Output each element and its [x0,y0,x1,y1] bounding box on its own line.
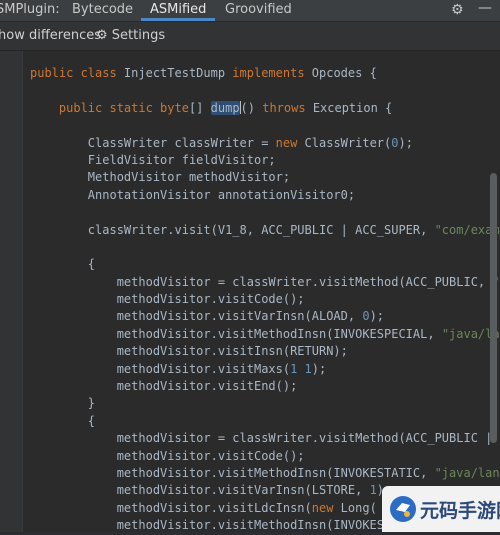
code-line: methodVisitor.visitMaxs(1 1); [30,361,500,378]
code-token: 0 [362,309,370,324]
code-line: public class InjectTestDump implements O… [30,65,500,82]
code-line: { [30,256,500,273]
code-token: ); [369,309,392,324]
vertical-scrollbar[interactable] [490,173,497,443]
code-token: methodVisitor.visitVarInsn(ALOAD, [30,309,363,324]
code-token: InjectTestDump [123,66,233,80]
code-token: [] [188,100,211,115]
code-token: ClassWriter( [304,135,392,150]
tool-window-tab-bar: SMPlugin: Bytecode ASMified Groovified ⚙… [0,0,500,22]
code-token: methodVisitor.visitInsn(RETURN); [30,344,348,359]
gear-icon[interactable]: ⚙ [451,2,464,18]
code-token: methodVisitor.visitMethodInsn(INVOKESTAT… [30,465,435,480]
code-token: methodVisitor = classWriter.visitMethod(… [30,274,493,289]
settings-label: Settings [111,28,166,43]
code-token: methodVisitor.visitCode(); [30,292,305,307]
code-line: FieldVisitor fieldVisitor; [30,152,500,169]
tab-bytecode[interactable]: Bytecode [72,0,133,21]
code-token: methodVisitor.visitLdcInsn( [30,500,312,515]
highlighted-identifier: dump [210,100,240,115]
code-token: methodVisitor.visitEnd(); [30,379,298,394]
tab-asmified[interactable]: ASMified [140,0,216,21]
code-token: ClassWriter classWriter = [30,135,276,150]
code-token: methodVisitor.visitMethodInsn(INVOKESTAT… [30,518,435,533]
code-token: 1 [297,361,312,376]
code-line: methodVisitor = classWriter.visitMethod(… [30,274,500,291]
code-token: implements [232,66,312,80]
code-token: Opcodes { [311,66,377,80]
code-token: } [30,396,96,411]
code-token: ); [311,361,334,376]
watermark-text: 元码手游网 [420,500,500,522]
code-token: methodVisitor.visitMaxs( [30,361,291,376]
code-editor[interactable]: public class InjectTestDump implements O… [0,51,500,532]
code-token: MethodVisitor methodVisitor; [30,170,291,185]
viewer-toolbar: how differences ⚙ Settings [0,22,500,51]
code-token: throws [262,100,313,115]
code-token: AnnotationVisitor annotationVisitor0; [30,187,356,202]
code-token: new [275,135,305,150]
code-line: { [30,413,500,430]
code-line: methodVisitor.visitCode(); [30,291,500,308]
watermark-logo-icon [390,496,416,522]
code-token: Long( [340,500,377,515]
code-token: methodVisitor.visitVarInsn(LSTORE, [30,483,370,498]
code-token: () [240,100,263,115]
code-line: ClassWriter classWriter = new ClassWrite… [30,135,500,152]
code-token: methodVisitor.visitMethodInsn(INVOKESPEC… [30,326,442,341]
code-line: methodVisitor.visitMethodInsn(INVOKESPEC… [30,326,500,343]
show-differences-button[interactable]: how differences [0,28,101,43]
code-line: methodVisitor.visitEnd(); [30,378,500,395]
code-line: methodVisitor.visitInsn(RETURN); [30,343,500,360]
minimize-icon[interactable]: — [478,0,492,16]
tab-asmplugin[interactable]: SMPlugin: [0,0,60,21]
code-line: MethodVisitor methodVisitor; [30,169,500,186]
code-token: public static byte [58,100,189,115]
code-line: } [30,395,500,412]
code-line: AnnotationVisitor annotationVisitor0; [30,187,500,204]
code-token: { [30,257,96,272]
code-token: public class [30,66,124,80]
gear-icon: ⚙ [96,28,108,43]
editor-gutter [0,51,23,532]
code-line: methodVisitor.visitVarInsn(ALOAD, 0); [30,308,500,325]
code-line: methodVisitor = classWriter.visitMethod(… [30,430,500,447]
code-text: public class InjectTestDump implements O… [30,65,500,535]
code-token: new [311,500,341,515]
code-line: classWriter.visit(V1_8, ACC_PUBLIC | ACC… [30,222,500,239]
code-token: methodVisitor.visitCode(); [30,448,305,463]
code-token: 1 [369,483,377,498]
site-watermark: 元码手游网 [382,486,500,532]
code-token: "java/lang [434,465,500,480]
settings-button[interactable]: ⚙ Settings [96,28,165,43]
code-token: classWriter.visit(V1_8, ACC_PUBLIC | ACC… [30,222,435,237]
code-token: { [30,413,96,428]
code-token: methodVisitor = classWriter.visitMethod(… [30,431,500,446]
tab-groovified[interactable]: Groovified [225,0,292,21]
code-token: FieldVisitor fieldVisitor; [30,152,276,167]
code-token: Exception { [312,100,393,115]
code-line: methodVisitor.visitMethodInsn(INVOKESTAT… [30,465,500,482]
code-token: ); [398,135,421,150]
code-line: methodVisitor.visitCode(); [30,448,500,465]
code-line: public static byte[] dump() throws Excep… [30,100,500,117]
